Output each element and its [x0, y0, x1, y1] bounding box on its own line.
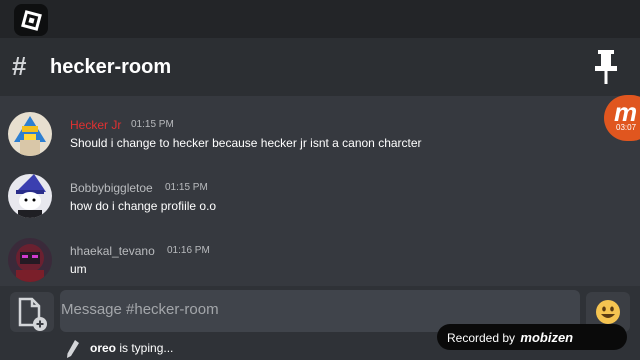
attach-file-icon	[18, 297, 47, 331]
message-time: 01:15 PM	[131, 119, 174, 130]
message-author[interactable]: Hecker Jr	[70, 118, 121, 132]
avatar[interactable]	[8, 174, 52, 218]
typing-user: oreo	[90, 341, 117, 355]
message-author[interactable]: hhaekal_tevano	[70, 244, 155, 258]
roblox-logo-icon	[20, 9, 42, 31]
attach-file-button[interactable]	[10, 292, 54, 332]
avatar[interactable]	[8, 238, 52, 282]
roblox-menu-button[interactable]	[14, 4, 48, 36]
pin-icon[interactable]	[592, 50, 620, 84]
typing-suffix: is typing...	[116, 341, 174, 355]
message-author[interactable]: Bobbybiggletoe	[70, 181, 153, 195]
message-item: Bobbybiggletoe 01:15 PM how do i change …	[0, 174, 600, 234]
pencil-icon	[67, 340, 79, 358]
channel-header: # hecker-room	[0, 38, 640, 96]
message-item: Hecker Jr 01:15 PM Should i change to he…	[0, 112, 600, 172]
message-time: 01:16 PM	[167, 245, 210, 256]
avatar[interactable]	[8, 112, 52, 156]
recorder-watermark: Recorded by mobizen	[437, 324, 627, 350]
message-text: um	[70, 262, 87, 276]
message-text: how do i change profiile o.o	[70, 199, 217, 213]
typing-text: oreo is typing...	[90, 341, 173, 355]
top-bar	[0, 0, 640, 38]
message-list[interactable]: Hecker Jr 01:15 PM Should i change to he…	[0, 96, 640, 286]
recorder-timer: 03:07	[616, 123, 637, 132]
recorder-label: Recorded by	[447, 331, 516, 345]
channel-hash-icon: #	[12, 51, 27, 81]
recorder-brand: mobizen	[520, 330, 574, 345]
message-time: 01:15 PM	[165, 182, 208, 193]
message-text: Should i change to hecker because hecker…	[70, 136, 422, 150]
channel-title: hecker-room	[50, 56, 172, 78]
